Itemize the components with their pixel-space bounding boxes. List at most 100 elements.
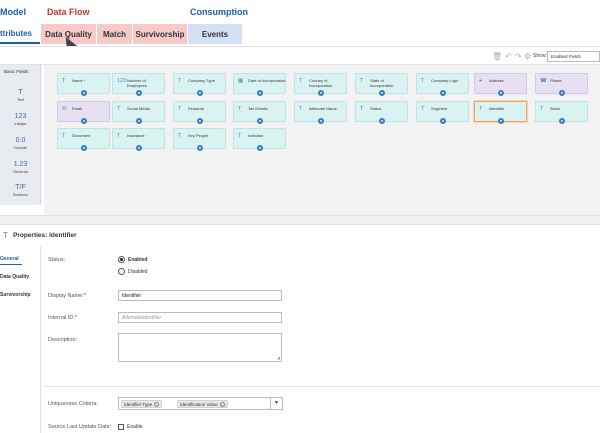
field-card-financial[interactable]: T Financial ●	[173, 101, 226, 124]
properties-title: Properties: Identifier	[13, 232, 77, 239]
field-indicator-icon: ●	[440, 90, 446, 96]
separator	[44, 386, 600, 387]
description-textarea[interactable]: ◢	[118, 333, 282, 362]
field-label: Phone	[550, 78, 562, 83]
status-label: Status:	[48, 257, 66, 263]
field-label: Status	[370, 106, 382, 111]
display-name-input[interactable]: Identifier	[118, 290, 282, 301]
field-indicator-icon: ●	[559, 118, 565, 124]
field-label: Email	[72, 106, 83, 111]
palette-item-double[interactable]: 0.0 Double	[0, 137, 41, 150]
field-card-stock[interactable]: T Stock ●	[535, 101, 588, 124]
field-card-document[interactable]: T Document ●	[57, 128, 110, 151]
field-card-tax-details[interactable]: T Tax Details ●	[233, 101, 286, 124]
field-card-date-of-incorporation[interactable]: ▦ Date of Incorporation ●	[233, 73, 286, 96]
text-icon: T	[238, 133, 242, 139]
field-indicator-icon: ●	[379, 90, 385, 96]
field-card-address[interactable]: ⌖ Address ●	[474, 73, 527, 96]
field-card-alternate-name[interactable]: T Alternate Name ●	[294, 101, 347, 124]
field-card-status[interactable]: T Status ●	[355, 101, 408, 124]
field-card-email[interactable]: ✉ Email ●	[57, 101, 110, 124]
text-icon: T	[238, 106, 242, 112]
field-card-name[interactable]: T Name * ●	[57, 73, 110, 96]
palette-item-decimal[interactable]: 1.23 Decimal	[0, 161, 41, 174]
chevron-down-icon[interactable]: ▼	[270, 398, 282, 409]
palette-item-label: Decimal	[13, 169, 28, 174]
integer-icon: 123	[117, 78, 127, 84]
remove-chip-icon[interactable]: ×	[154, 402, 160, 407]
palette-title: Basic Fields	[4, 69, 29, 74]
tab-general[interactable]: General	[0, 256, 19, 262]
field-card-key-people[interactable]: T Key People ●	[173, 128, 226, 151]
header-bar: Model Data Flow Consumption ttributes Da…	[0, 0, 600, 45]
field-label: Number of Employees	[127, 78, 147, 88]
field-indicator-icon: ●	[257, 90, 263, 96]
field-label: Name *	[72, 78, 86, 83]
tab-match[interactable]: Match	[97, 24, 132, 44]
chip-identification-value[interactable]: Identification Value ×	[177, 400, 228, 408]
text-icon: T	[117, 106, 121, 112]
field-label: Identifier	[489, 106, 505, 111]
internal-id-input[interactable]: AlternateIdentifier	[118, 312, 282, 323]
text-icon: T	[360, 78, 364, 84]
chip-label: Identifier Type	[124, 402, 153, 407]
field-card-company-logo[interactable]: T Company Logo ●	[416, 73, 469, 96]
redo-icon[interactable]: ↷	[515, 52, 522, 61]
settings-icon[interactable]: ⚙	[524, 52, 531, 61]
field-card-number-of-employees[interactable]: 123 Number of Employees ●	[112, 73, 165, 96]
field-card-company-type[interactable]: T Company Type ●	[173, 73, 226, 96]
field-card-social-media[interactable]: T Social Media ●	[112, 101, 165, 124]
text-icon: T	[3, 231, 8, 240]
tab-survivorship[interactable]: Survivorship	[133, 24, 187, 44]
palette-item-label: Text	[16, 97, 25, 102]
status-disabled-radio[interactable]	[118, 268, 125, 275]
tab-events[interactable]: Events	[188, 24, 242, 44]
tab-prop-data-quality[interactable]: Data Quality	[0, 274, 29, 280]
remove-chip-icon[interactable]: ×	[219, 402, 225, 407]
field-label: Alternate Name	[309, 106, 337, 111]
field-indicator-icon: ●	[81, 145, 87, 151]
uniqueness-criteria-select[interactable]: Identifier Type × Identification Value × ▼	[118, 397, 283, 410]
field-indicator-icon: ●	[197, 118, 203, 124]
text-icon: T	[178, 78, 182, 84]
field-label: Stock	[550, 106, 561, 111]
field-card-segment[interactable]: T Segment ●	[416, 101, 469, 124]
text-icon: T	[540, 106, 544, 112]
uniqueness-criteria-label: Uniqueness Criteria:	[48, 401, 98, 407]
field-card-indicator[interactable]: T Indicator ●	[233, 128, 286, 151]
trash-icon[interactable]: 🗑	[492, 52, 502, 61]
palette-item-label: Integer	[14, 121, 27, 126]
text-icon: T	[299, 78, 303, 84]
email-icon: ✉	[62, 106, 67, 112]
field-indicator-icon: ●	[136, 118, 142, 124]
panel-divider[interactable]	[0, 215, 600, 225]
status-enabled-radio[interactable]	[118, 256, 125, 263]
source-update-enable-checkbox[interactable]	[118, 424, 124, 430]
text-icon: T	[178, 133, 182, 139]
source-update-enable-label: Enable	[127, 424, 143, 430]
field-card-phone[interactable]: ☎ Phone ●	[535, 73, 588, 96]
tab-prop-survivorship[interactable]: Survivorship	[0, 292, 31, 298]
field-indicator-icon: ●	[136, 90, 142, 96]
field-indicator-icon: ●	[559, 90, 565, 96]
basic-fields-palette: Basic Fields T Text 123 Integer 0.0 Doub…	[0, 65, 41, 205]
field-card-identifier[interactable]: T Identifier ●	[474, 101, 527, 124]
field-card-insurance[interactable]: T Insurance ●	[112, 128, 165, 151]
tab-attributes[interactable]: ttributes	[0, 24, 40, 44]
palette-item-text[interactable]: T Text	[0, 89, 41, 102]
chip-identifier-type[interactable]: Identifier Type ×	[121, 400, 163, 408]
palette-item-integer[interactable]: 123 Integer	[0, 113, 41, 126]
field-indicator-icon: ●	[257, 118, 263, 124]
field-label: Indicator	[248, 133, 264, 138]
text-icon: T	[479, 106, 483, 112]
field-card-state-of-incorporation[interactable]: T State of Incorporation ●	[355, 73, 408, 96]
field-indicator-icon: ●	[379, 118, 385, 124]
undo-icon[interactable]: ↶	[505, 52, 512, 61]
palette-item-boolean[interactable]: T/F Boolean	[0, 184, 41, 197]
field-indicator-icon: ●	[257, 145, 263, 151]
show-select[interactable]: Enabled Fields	[547, 51, 600, 62]
field-card-country-of-incorporation[interactable]: T Country of Incorporation ●	[294, 73, 347, 96]
calendar-icon: ▦	[238, 78, 244, 84]
field-indicator-icon: ●	[318, 90, 324, 96]
resize-grip-icon[interactable]: ◢	[277, 355, 280, 360]
